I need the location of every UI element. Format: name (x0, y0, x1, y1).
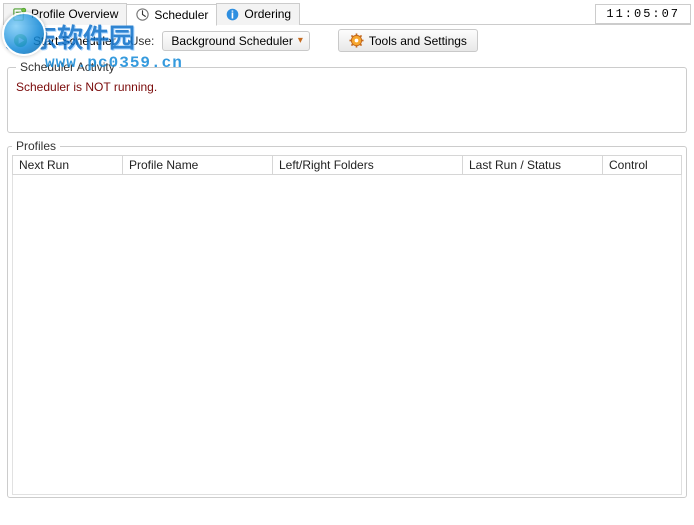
scheduler-status: Scheduler is NOT running. (16, 80, 678, 94)
col-profile-name[interactable]: Profile Name (123, 156, 273, 175)
tab-label: Ordering (244, 7, 291, 21)
tab-label: Profile Overview (31, 7, 118, 21)
activity-empty-space (16, 94, 678, 126)
profiles-table: Next Run Profile Name Left/Right Folders… (12, 155, 682, 175)
start-label: Start Scheduler (33, 34, 116, 48)
tab-bar: Profile Overview Scheduler i Ordering 11… (3, 3, 691, 25)
tab-scheduler[interactable]: Scheduler (126, 4, 217, 26)
use-label: Use: (130, 34, 155, 48)
profiles-table-body[interactable] (12, 175, 682, 495)
dropdown-value: Background Scheduler (171, 34, 292, 48)
tools-label: Tools and Settings (369, 34, 467, 48)
col-control[interactable]: Control (603, 156, 682, 175)
clock-display: 11:05:07 (595, 4, 691, 24)
scheduler-mode-dropdown[interactable]: Background Scheduler ▾ (162, 31, 309, 51)
scheduler-activity-group: Scheduler Activity Scheduler is NOT runn… (7, 60, 687, 133)
clock-icon (135, 7, 150, 22)
profile-icon (12, 7, 27, 22)
tab-ordering[interactable]: i Ordering (216, 3, 300, 25)
start-scheduler-button[interactable]: Start Scheduler (7, 30, 122, 51)
col-folders[interactable]: Left/Right Folders (273, 156, 463, 175)
play-icon (13, 33, 28, 48)
tools-settings-button[interactable]: Tools and Settings (338, 29, 478, 52)
info-icon: i (225, 7, 240, 22)
col-last-run[interactable]: Last Run / Status (463, 156, 603, 175)
activity-legend: Scheduler Activity (16, 60, 119, 74)
tab-profile-overview[interactable]: Profile Overview (3, 3, 127, 25)
chevron-down-icon: ▾ (298, 35, 303, 46)
svg-text:i: i (231, 9, 234, 21)
tab-label: Scheduler (154, 8, 208, 22)
gear-icon (349, 33, 364, 48)
profiles-legend: Profiles (12, 139, 60, 153)
profiles-group: Profiles Next Run Profile Name Left/Righ… (7, 139, 687, 498)
toolbar: Start Scheduler Use: Background Schedule… (3, 25, 691, 54)
col-next-run[interactable]: Next Run (13, 156, 123, 175)
